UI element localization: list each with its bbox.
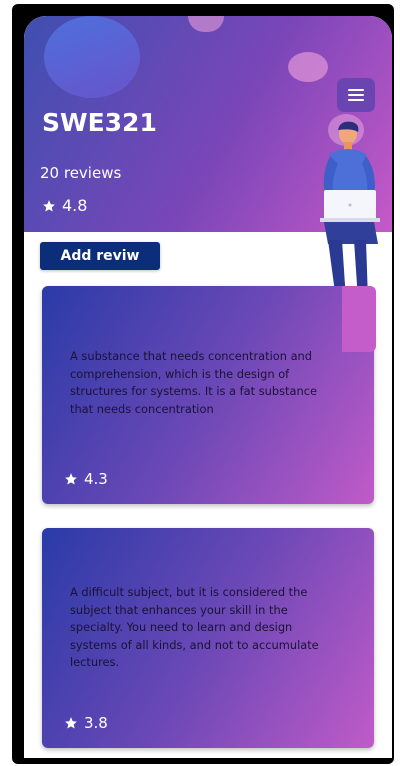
review-rating: 4.3	[64, 470, 108, 488]
course-rating: 4.8	[42, 196, 87, 215]
card-edge-decoration	[342, 286, 376, 352]
star-icon	[65, 473, 77, 485]
review-rating-value: 3.8	[84, 714, 108, 732]
review-rating-value: 4.3	[84, 470, 108, 488]
review-text: A substance that needs concentration and…	[70, 349, 317, 416]
review-card: A substance that needs concentration and…	[42, 286, 374, 504]
review-text: A difficult subject, but it is considere…	[70, 585, 319, 669]
star-icon	[43, 199, 55, 212]
add-review-button[interactable]: Add reviw	[40, 242, 160, 270]
reviews-count: 20 reviews	[40, 164, 122, 182]
review-rating: 3.8	[64, 714, 108, 732]
star-icon	[65, 717, 77, 729]
course-rating-value: 4.8	[62, 196, 88, 215]
person-with-laptop-illustration	[320, 121, 380, 306]
decorative-blob	[44, 16, 140, 98]
app-screen: SWE321 20 reviews 4.8 Add reviw A substa…	[24, 16, 392, 758]
decorative-blob	[288, 52, 328, 82]
course-title: SWE321	[42, 108, 157, 137]
decorative-blob	[188, 16, 224, 32]
review-card: A difficult subject, but it is considere…	[42, 528, 374, 748]
menu-button[interactable]	[337, 78, 375, 112]
menu-icon	[348, 89, 364, 101]
